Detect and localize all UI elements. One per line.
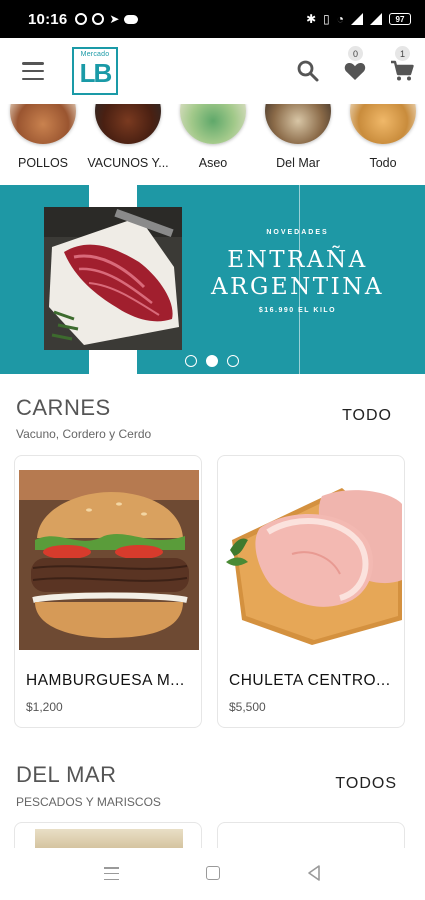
system-icons: ✱ ▯ ◔ 97 [306,12,411,26]
logo-top-text: Mercado [80,51,110,58]
nav-recents-icon[interactable] [104,867,119,880]
signal-icon [351,13,363,25]
category-carousel[interactable]: POLLOS VACUNOS Y... Aseo Del Mar Todo [0,104,425,180]
banner-image [44,207,182,350]
heart-icon[interactable]: 0 [342,46,368,84]
bluetooth-icon: ✱ [306,12,317,26]
section-subtitle-carnes: Vacuno, Cordero y Cerdo [16,427,152,441]
logo-main-text: LB [79,58,113,88]
system-nav-bar [0,848,425,900]
category-todo[interactable]: Todo [340,104,425,180]
instagram-icon [92,13,105,25]
section-title-carnes: CARNES [16,395,111,420]
section-title-del-mar: DEL MAR [16,762,117,787]
category-label: VACUNOS Y... [87,156,169,170]
product-image [222,470,402,650]
category-label: POLLOS [17,156,69,170]
status-bar: 10:16 ➤ ✱ ▯ ◔ 97 [0,0,425,38]
category-label: Aseo [198,156,228,170]
product-price: $1,200 [26,700,63,714]
category-aseo[interactable]: Aseo [170,104,256,180]
category-pollos[interactable]: POLLOS [0,104,86,180]
product-price: $5,500 [229,700,266,714]
product-name: CHULETA CENTRO... [229,672,391,689]
product-card[interactable]: HAMBURGUESA M... $1,200 [14,455,202,728]
favorites-badge: 0 [348,46,363,61]
category-label: Todo [369,156,397,170]
nav-back-icon[interactable] [305,864,323,882]
see-all-del-mar-button[interactable]: TODOS [335,775,397,793]
category-image [180,104,246,144]
product-card[interactable]: CHULETA CENTRO... $5,500 [217,455,405,728]
notification-icons: ➤ [75,12,139,26]
carousel-dot-active[interactable] [206,355,218,367]
carousel-dot[interactable] [227,355,239,367]
category-image [95,104,161,144]
category-del-mar[interactable]: Del Mar [255,104,341,180]
status-time: 10:16 [28,10,68,28]
cloud-icon [124,14,139,24]
see-all-carnes-button[interactable]: TODO [342,407,392,425]
notification-icon [75,13,88,25]
category-image [10,104,76,144]
category-vacunos[interactable]: VACUNOS Y... [85,104,171,180]
battery-level: 97 [395,14,405,24]
product-image [19,470,199,650]
signal-icon-2 [370,13,382,25]
product-name: HAMBURGUESA M... [26,672,185,689]
banner-title: ENTRAÑA ARGENTINA [211,247,384,300]
promo-banner[interactable]: NOVEDADES ENTRAÑA ARGENTINA $16.990 EL K… [0,185,425,374]
carousel-dots [185,355,239,367]
wifi-icon: ◔ [336,12,344,26]
cart-badge: 1 [395,46,410,61]
cart-icon[interactable]: 1 [389,46,415,84]
section-subtitle-del-mar: PESCADOS Y MARISCOS [16,795,161,809]
banner-price: $16.990 EL KILO [258,307,337,314]
category-label: Del Mar [276,156,320,170]
telegram-icon: ➤ [109,12,120,26]
app-header: Mercado LB 0 1 [0,38,425,104]
nav-home-icon[interactable] [206,866,220,880]
category-image [350,104,416,144]
logo[interactable]: Mercado LB [72,47,118,95]
vibrate-icon: ▯ [323,12,330,26]
carousel-dot[interactable] [185,355,197,367]
menu-icon[interactable] [22,62,44,80]
banner-kicker: NOVEDADES [266,229,329,236]
search-icon[interactable] [295,58,321,84]
category-image [265,104,331,144]
battery-icon: 97 [389,13,411,25]
